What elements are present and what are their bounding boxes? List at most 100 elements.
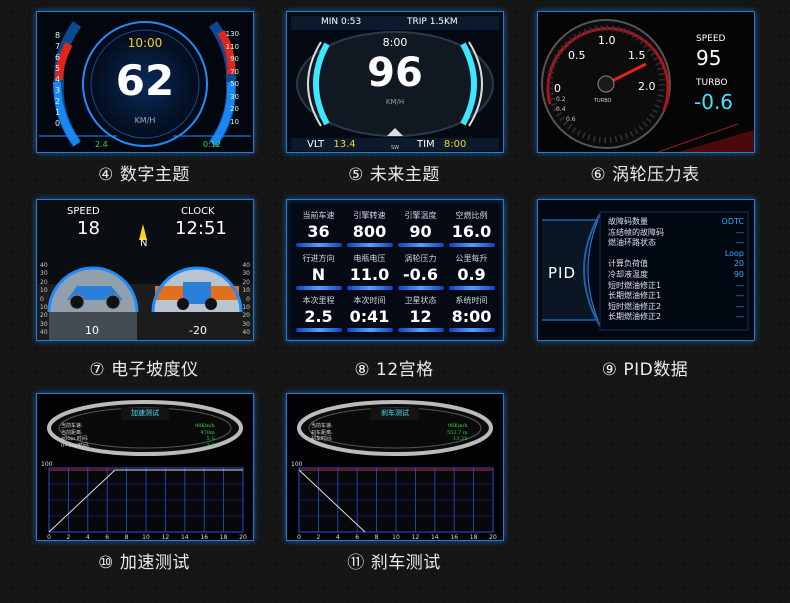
grid-cell: 本次时间 0:41: [344, 291, 395, 334]
pitch-tick: 10: [40, 287, 48, 295]
pid-value: ---: [735, 238, 744, 248]
data-grid: 当前车速 36 引擎转速 800 引擎温度 90 空燃比例 16.0 行进方向 N 电瓶电…: [293, 206, 497, 334]
turbo-label: TURBO: [696, 78, 728, 88]
cell-label: 引擎转速: [353, 211, 386, 220]
theme-future-tile[interactable]: MIN 0:53 TRIP 1.5KM 8:00 96 KM/H SW VLT …: [286, 11, 504, 153]
brake-test-tile[interactable]: 0 2 4 6 8 10 12 14 16 18 20 100 刹车测试 当前车速: 刹车距离: 刹车…: [286, 393, 504, 541]
cell-underline: [295, 285, 342, 290]
compass-north: N: [140, 238, 148, 249]
pid-row: 短时燃油修正2 ---: [608, 302, 744, 313]
cell-underline: [346, 243, 393, 247]
clock-value: 12:51: [175, 218, 227, 239]
right-value: 0:12: [203, 140, 221, 149]
cell-label: 系统时间: [455, 296, 488, 306]
x-tick-label: 10: [392, 534, 400, 540]
cell-value: 16.0: [451, 222, 492, 241]
x-tick-label: 14: [431, 534, 439, 540]
accel-test-tile[interactable]: 0 2 4 6 8 10 12 14 16 18 20 100 加速测试 当前车速: 当前距离: 40…: [36, 393, 254, 541]
gauge-label: 0: [554, 82, 561, 95]
cell-underline: [448, 328, 495, 333]
grid-cell: 系统时间 8:00: [446, 291, 497, 334]
vlt-value: 13.4: [333, 139, 356, 150]
x-tick-label: 14: [181, 534, 189, 540]
speed-label: SPEED: [67, 206, 100, 217]
cell-label: 涡轮压力: [404, 253, 437, 263]
test-title: 加速测试: [131, 409, 159, 417]
grid-cell: 引擎温度 90: [395, 206, 446, 249]
left-value: 2.4: [95, 140, 108, 149]
cell-label: 本次里程: [302, 296, 335, 306]
cell-label: 空燃比例: [455, 211, 488, 220]
roll-tick: 30: [242, 320, 250, 328]
y-max-label: 100: [291, 461, 303, 468]
cell-value: 0:41: [349, 307, 390, 327]
x-tick-label: 2: [316, 534, 320, 540]
theme-digital-tile[interactable]: 8 7 6 5 4 3 2 1 0 130 110 90 70 50 30 20…: [36, 11, 254, 153]
x-tick-label: 20: [239, 534, 247, 540]
clock-time: 10:00: [127, 36, 163, 50]
tim-label: TIM: [417, 139, 435, 150]
trip-value: 1.5KM: [429, 17, 458, 27]
info-key: 400m 时间:: [61, 436, 89, 442]
caption-inclinometer: ⑦ 电子坡度仪: [89, 360, 199, 380]
pid-key: 短时燃油修正2: [608, 301, 662, 311]
cell-value: 11.0: [349, 264, 390, 284]
x-tick-label: 16: [450, 534, 458, 540]
pid-value: ---: [735, 301, 744, 311]
cell-label: 当前车速: [302, 211, 335, 220]
x-tick-label: 12: [162, 534, 170, 540]
grid-cell: 电瓶电压 11.0: [344, 249, 395, 292]
cell-value: 12: [409, 307, 432, 327]
turbo-gauge-tile[interactable]: 1.0 0.5 1.5 2.0 0 0.2 0.4 0.6 TURBO SPEE…: [537, 11, 755, 153]
grid-cell: 卫星状态 12: [395, 291, 446, 334]
caption-accel: ⑩ 加速测试: [98, 553, 190, 573]
speed-value: 62: [115, 56, 175, 105]
cell-value: N: [311, 264, 326, 284]
roll-tick: 40: [242, 262, 250, 269]
pid-row: 计算负荷值 20: [608, 259, 744, 270]
roll-tick: 0: [246, 295, 250, 303]
cell-value: 8:00: [451, 307, 492, 327]
pid-list: 故障码数量 ODTC 冻结帧的故障码 --- 燃油环路状态 --- Loop 计算负荷…: [608, 217, 744, 323]
pid-row: 燃油环路状态 ---: [608, 238, 744, 249]
pitch-value: 10: [85, 324, 99, 337]
turbo-value: -0.6: [694, 90, 734, 114]
gauge-name: TURBO: [594, 98, 612, 104]
roll-tick: 40: [242, 329, 250, 337]
info-value: 96Km/h: [447, 423, 468, 429]
cell-underline: [448, 243, 495, 247]
pitch-tick: 40: [40, 262, 48, 269]
pid-row: 冻结帧的故障码 ---: [608, 228, 744, 239]
vlt-label: VLT: [307, 139, 325, 150]
cell-label: 本次时间: [353, 296, 386, 306]
pid-row: 短时燃油修正1 ---: [608, 281, 744, 292]
cell-underline: [346, 328, 393, 333]
twelve-grid-tile[interactable]: 当前车速 36 引擎转速 800 引擎温度 90 空燃比例 16.0 行进方向 N 电瓶电…: [286, 199, 504, 341]
grid-cell: 本次里程 2.5: [293, 291, 344, 334]
pid-key: 长期燃油修正1: [608, 291, 662, 301]
pid-title: PID: [548, 264, 577, 282]
grid-cell: 引擎转速 800: [344, 206, 395, 249]
x-tick-label: 6: [105, 534, 109, 540]
grid-cell: 行进方向 N: [293, 249, 344, 292]
inclinometer-tile[interactable]: SPEED 18 CLOCK 12:51 N 40 30 20 10 0 10 …: [36, 199, 254, 341]
caption-twelve-grid: ⑧ 12宫格: [354, 360, 434, 380]
x-tick-label: 0: [47, 534, 51, 540]
pid-data-tile[interactable]: PID 故障码数量 ODTC 冻结帧的故障码 --- 燃油环路状态 --- Loop …: [537, 199, 755, 341]
cell-underline: [397, 285, 444, 290]
speed-label: SPEED: [696, 34, 726, 44]
pid-key: 故障码数量: [608, 217, 648, 226]
clock-label: CLOCK: [181, 206, 215, 217]
pid-key: 计算负荷值: [608, 259, 648, 269]
x-tick-label: 4: [336, 534, 340, 540]
x-tick-label: 8: [125, 534, 129, 540]
info-value: 98Km/h: [195, 423, 215, 429]
cell-underline: [397, 243, 444, 247]
info-key: 0~100时间:: [61, 442, 90, 449]
caption-future: ⑤ 未来主题: [348, 165, 440, 185]
cell-label: 电瓶电压: [353, 253, 386, 263]
pid-value: Loop: [724, 248, 744, 258]
caption-digital: ④ 数字主题: [98, 165, 190, 185]
pid-row: 长期燃油修正1 ---: [608, 291, 744, 302]
cell-label: 公里每升: [455, 253, 488, 263]
